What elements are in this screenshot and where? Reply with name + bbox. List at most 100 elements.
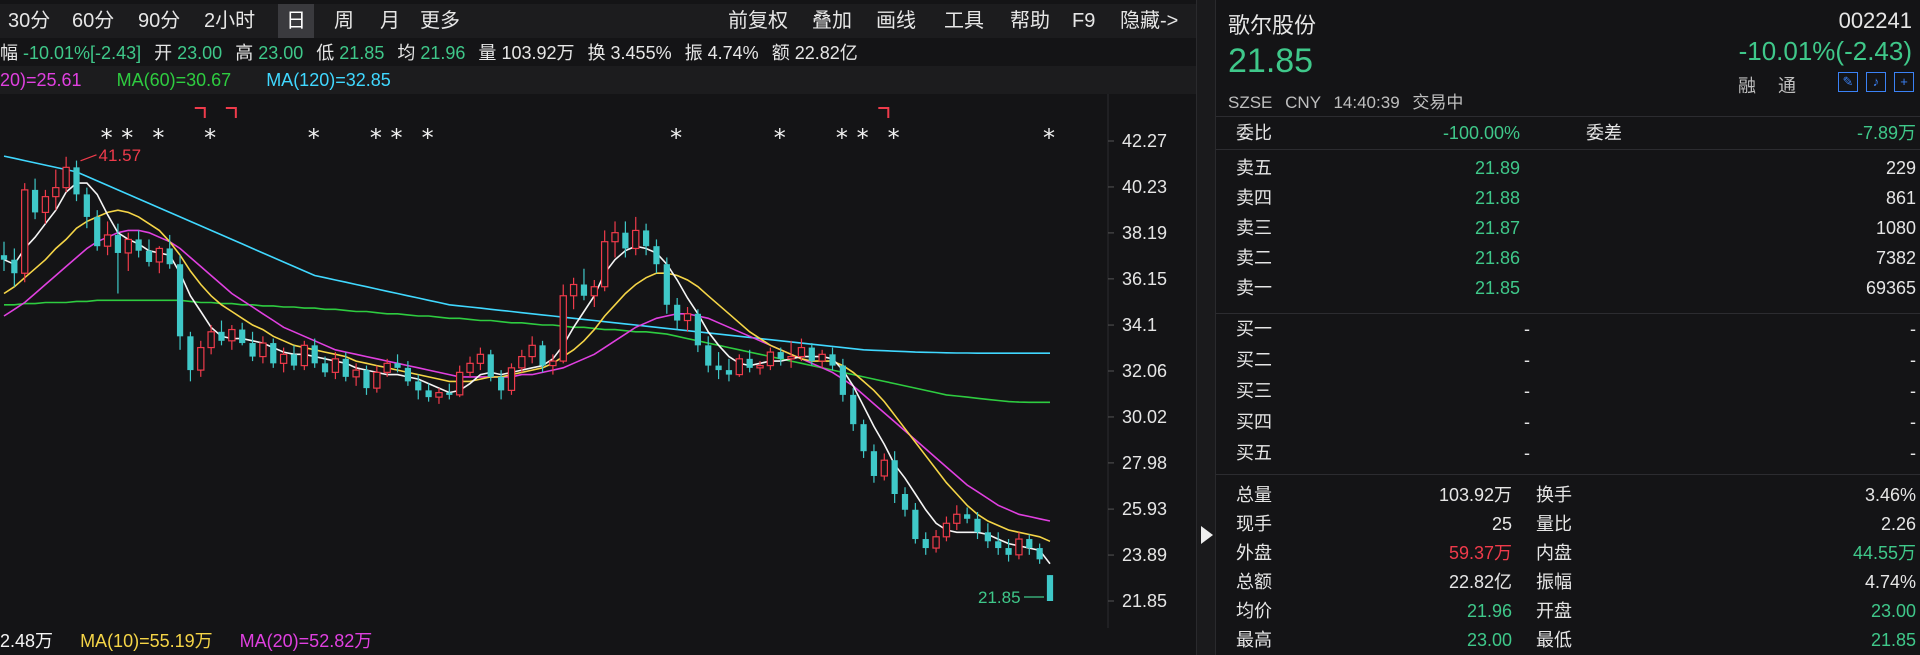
ask-price: 21.89 [1474,158,1520,178]
ask-row[interactable]: 卖一 21.85 69365 [1216,273,1920,303]
panel-divider[interactable] [1196,0,1216,655]
stat-row: 总量 103.92万 换手 3.46% [1216,480,1920,510]
high-price-label: 41.57 [98,146,141,165]
period-tab-5[interactable]: 周 [326,4,362,38]
candle-body [52,187,60,198]
candle-body [901,493,909,510]
candle-body [787,355,795,360]
edit-icon[interactable]: ✎ [1838,72,1858,92]
add-icon[interactable]: + [1894,72,1914,92]
period-tab-2[interactable]: 90分 [130,4,188,38]
candle-body [363,370,370,389]
candle-body [425,390,432,398]
candle-body [83,194,90,217]
candle-body [270,343,277,364]
low-price-label: 21.85 [978,588,1021,607]
ask-volume: 861 [1885,188,1916,208]
collapse-arrow-icon[interactable] [1201,526,1213,544]
candle-body [705,345,712,366]
period-tab-1[interactable]: 60分 [64,4,122,38]
star-marker-icon: * [204,124,216,152]
ask-row[interactable]: 卖二 21.86 7382 [1216,243,1920,273]
y-tick-label: 36.15 [1122,269,1167,289]
bid-label: 买三 [1236,381,1272,401]
stat-label: 换手 [1536,485,1572,505]
ask-price: 21.88 [1474,188,1520,208]
ma120-legend: MA(120)=32.85 [266,70,391,90]
quote-time: 14:40:39 [1333,93,1400,112]
stat-value: 22.82亿 [1448,572,1512,592]
candle-body [1046,575,1054,601]
candle-body [476,353,485,364]
candle-body [735,358,744,376]
candle-body [777,352,784,359]
bid-row[interactable]: 买一 - - [1216,314,1920,344]
candle-body [518,355,526,369]
candle-body [415,381,422,391]
star-marker-icon: * [308,124,320,152]
ask-volume: 1080 [1875,218,1916,238]
stat-value: 3.46% [1864,485,1916,505]
candle-body [942,522,951,538]
candle-body [797,346,806,358]
stat-value: 59.37万 [1448,543,1512,563]
candle-body [507,367,516,391]
low-value: 21.85 [339,43,385,63]
ask-row[interactable]: 卖三 21.87 1080 [1216,213,1920,243]
period-tab-0[interactable]: 30分 [0,4,58,38]
change-value: -10.01%[-2.43] [23,43,142,63]
toolbar-button-5[interactable]: F9 [1064,4,1103,38]
candle-body [383,362,391,373]
candle-body [466,362,474,373]
alert-bell-icon[interactable]: ♪ [1866,72,1886,92]
toolbar-button-3[interactable]: 工具 [936,4,992,38]
bid-row[interactable]: 买四 - - [1216,407,1920,437]
candle-body [21,189,29,274]
candle-body [311,345,318,364]
candle-body [352,369,360,378]
quote-panel: 歌尔股份 002241 21.85 -10.01%(-2.43) SZSE CN… [1216,0,1920,655]
period-tab-3[interactable]: 2小时 [196,4,263,38]
candle-body [1026,539,1033,549]
candle-body [249,343,256,357]
y-tick-label: 40.23 [1122,177,1167,197]
candle-body [41,196,50,214]
toolbar-button-1[interactable]: 叠加 [804,4,860,38]
star-marker-icon: * [774,124,786,152]
stat-label: 现手 [1236,514,1272,534]
period-tab-7[interactable]: 更多 [412,4,468,38]
avg-label: 均 [397,43,416,63]
bid-row[interactable]: 买五 - - [1216,438,1920,468]
candle-body [891,460,898,494]
bid-label: 买四 [1236,412,1272,432]
toolbar-button-0[interactable]: 前复权 [720,4,796,38]
stat-label: 最高 [1236,630,1272,650]
ask-row[interactable]: 卖五 21.89 229 [1216,153,1920,183]
weicha-label: 委差 [1586,123,1622,143]
candle-body [632,229,640,250]
weicha-value: -7.89万 [1856,123,1916,143]
period-tab-6[interactable]: 月 [372,4,408,38]
ask-row[interactable]: 卖四 21.88 861 [1216,183,1920,213]
candle-body [725,370,733,375]
currency: CNY [1285,93,1321,112]
ask-label: 卖三 [1236,218,1272,238]
toolbar-button-2[interactable]: 画线 [868,4,924,38]
stat-label: 量比 [1536,514,1572,534]
bid-row[interactable]: 买二 - - [1216,345,1920,375]
candlestick-chart[interactable]: 42.27 40.23 38.19 36.15 34.1 32.06 30.02 27.98 2… [0,94,1196,628]
candle-body [984,532,991,542]
bid-volume: - [1910,381,1916,401]
candle-body [559,295,567,362]
candle-body [974,518,981,533]
candle-body [187,336,194,371]
candle-body [155,247,164,263]
toolbar-button-6[interactable]: 隐藏-> [1112,4,1186,38]
toolbar-button-4[interactable]: 帮助 [1002,4,1058,38]
candle-body [145,250,153,262]
candle-body [683,313,692,322]
candle-body [404,367,412,382]
bid-label: 买二 [1236,350,1272,370]
bid-row[interactable]: 买三 - - [1216,376,1920,406]
period-tab-4[interactable]: 日 [278,4,314,38]
